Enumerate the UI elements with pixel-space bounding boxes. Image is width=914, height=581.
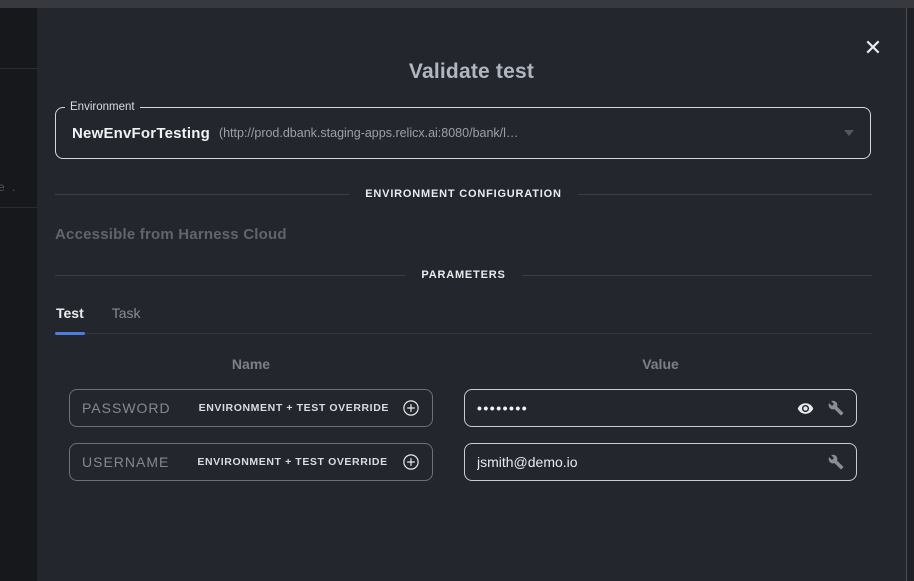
- background-left-strip: e .: [0, 8, 37, 581]
- column-header-name: Name: [69, 356, 433, 372]
- plus-circle-icon[interactable]: [402, 453, 420, 471]
- divider-line: [578, 194, 872, 195]
- environment-selected-url: (http://prod.dbank.staging-apps.relicx.a…: [219, 126, 518, 140]
- validate-test-dialog: ✕ Validate test Environment NewEnvForTes…: [37, 8, 906, 581]
- background-divider: [0, 68, 37, 69]
- password-value-box: [464, 389, 857, 427]
- override-badge: ENVIRONMENT + TEST OVERRIDE: [199, 402, 389, 414]
- background-text-fragment: e .: [0, 180, 17, 194]
- password-value-input[interactable]: [477, 400, 797, 416]
- background-divider: [0, 207, 37, 208]
- parameters-heading: PARAMETERS: [405, 269, 521, 281]
- divider-line: [522, 275, 872, 276]
- chevron-down-icon: [844, 130, 854, 136]
- parameter-row-username: USERNAME ENVIRONMENT + TEST OVERRIDE: [69, 443, 857, 481]
- username-name-box: USERNAME ENVIRONMENT + TEST OVERRIDE: [69, 443, 433, 481]
- eye-icon[interactable]: [797, 400, 814, 417]
- background-top-strip: [0, 0, 914, 8]
- background-right-strip: [906, 8, 914, 581]
- plus-circle-icon[interactable]: [402, 399, 420, 417]
- override-badge: ENVIRONMENT + TEST OVERRIDE: [197, 456, 387, 468]
- wrench-icon[interactable]: [828, 454, 844, 470]
- parameters-divider: PARAMETERS: [55, 268, 872, 282]
- environment-select-label: Environment: [65, 101, 140, 113]
- wrench-icon[interactable]: [828, 400, 844, 416]
- parameters-tabs: Test Task: [55, 305, 872, 334]
- environment-select[interactable]: Environment NewEnvForTesting (http://pro…: [55, 107, 871, 159]
- username-value-box: [464, 443, 857, 481]
- parameter-name-label: USERNAME: [82, 454, 169, 470]
- environment-selected-name: NewEnvForTesting: [72, 125, 210, 142]
- environment-configuration-heading: ENVIRONMENT CONFIGURATION: [349, 188, 577, 200]
- divider-line: [55, 275, 405, 276]
- parameters-header-row: Name Value: [69, 356, 857, 372]
- password-name-box: PASSWORD ENVIRONMENT + TEST OVERRIDE: [69, 389, 433, 427]
- dialog-title: Validate test: [37, 60, 906, 84]
- tab-test[interactable]: Test: [55, 305, 85, 333]
- parameter-name-label: PASSWORD: [82, 400, 171, 416]
- close-icon[interactable]: ✕: [859, 34, 887, 62]
- tab-task[interactable]: Task: [111, 305, 142, 333]
- environment-configuration-divider: ENVIRONMENT CONFIGURATION: [55, 187, 872, 201]
- divider-line: [55, 194, 349, 195]
- column-header-value: Value: [464, 356, 857, 372]
- username-value-input[interactable]: [477, 454, 828, 470]
- parameter-row-password: PASSWORD ENVIRONMENT + TEST OVERRIDE: [69, 389, 857, 427]
- accessible-from-harness-cloud-text: Accessible from Harness Cloud: [55, 226, 287, 243]
